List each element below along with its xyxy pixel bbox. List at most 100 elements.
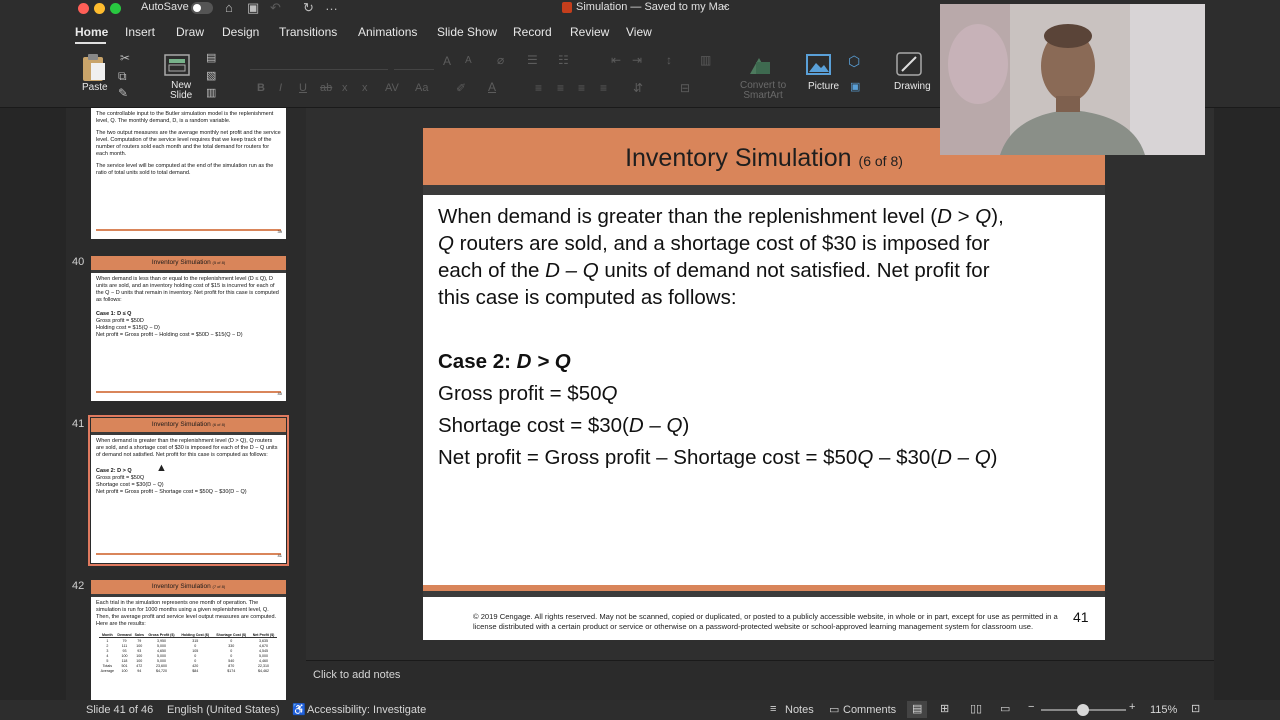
tab-slide-show[interactable]: Slide Show xyxy=(437,25,497,39)
font-name-dropdown[interactable] xyxy=(250,55,388,70)
reading-view-icon[interactable]: ▯▯ xyxy=(970,702,982,715)
font-color-icon[interactable]: A xyxy=(488,80,496,94)
thumb-41-line-3: Net profit = Gross profit − Shortage cos… xyxy=(96,489,247,495)
superscript-icon[interactable]: x xyxy=(342,82,348,94)
align-left-icon[interactable]: ≡ xyxy=(535,81,542,95)
reset-icon[interactable]: ▧ xyxy=(206,69,216,82)
format-painter-icon[interactable]: ✎ xyxy=(118,86,128,100)
slide-thumbnail-40[interactable]: Inventory Simulation (5 of 8) When deman… xyxy=(91,256,286,401)
align-text-icon[interactable]: ⊟ xyxy=(680,81,690,95)
zoom-slider-thumb[interactable] xyxy=(1077,704,1089,716)
drawing-icon[interactable] xyxy=(896,52,924,78)
picture-label[interactable]: Picture xyxy=(808,81,839,92)
zoom-in-icon[interactable]: + xyxy=(1129,701,1135,713)
layout-icon[interactable]: ▤ xyxy=(206,51,216,64)
slide-thumbnail-39[interactable]: The controllable input to the Butler sim… xyxy=(91,108,286,239)
slide-indicator: Slide 41 of 46 xyxy=(86,704,154,716)
normal-view-button[interactable]: ▤ xyxy=(907,701,927,718)
textbox-icon[interactable]: ▣ xyxy=(850,80,860,93)
accessibility-status[interactable]: Accessibility: Investigate xyxy=(307,704,426,716)
convert-to-smartart-label[interactable]: Convert to SmartArt xyxy=(740,81,786,101)
tab-transitions[interactable]: Transitions xyxy=(279,25,337,39)
italic-icon[interactable]: I xyxy=(279,82,282,94)
justify-icon[interactable]: ≡ xyxy=(600,81,607,95)
slideshow-view-icon[interactable]: ▭ xyxy=(1000,702,1010,715)
new-slide-icon[interactable] xyxy=(163,53,193,79)
tab-design[interactable]: Design xyxy=(222,25,259,39)
title-chevron-icon[interactable]: ⌄ xyxy=(721,0,729,11)
picture-icon[interactable] xyxy=(806,54,832,76)
increase-indent-icon[interactable]: ⇥ xyxy=(632,53,642,67)
comments-toggle[interactable]: Comments xyxy=(843,704,896,716)
tab-review[interactable]: Review xyxy=(570,25,609,39)
copy-icon[interactable]: ⧉ xyxy=(118,69,127,84)
redo-icon[interactable]: ↻ xyxy=(303,0,314,16)
zoom-out-icon[interactable]: − xyxy=(1028,701,1034,713)
smartart-icon[interactable] xyxy=(746,54,772,78)
tab-home[interactable]: Home xyxy=(75,25,108,39)
paste-label[interactable]: Paste xyxy=(82,82,108,93)
strikethrough-icon[interactable]: ab xyxy=(320,82,332,94)
fit-slide-icon[interactable]: ⊡ xyxy=(1191,702,1200,715)
tab-animations[interactable]: Animations xyxy=(358,25,417,39)
thumb-42-table-cell: 94 xyxy=(137,668,142,673)
zoom-window-button[interactable] xyxy=(110,3,121,14)
slide-footer-dark-bar xyxy=(423,591,1105,597)
mouse-cursor-icon: ▲ xyxy=(156,462,167,474)
paste-icon[interactable] xyxy=(80,53,108,83)
highlight-icon[interactable]: ✐ xyxy=(456,81,466,95)
slide-thumbnail-panel[interactable]: The controllable input to the Butler sim… xyxy=(66,108,306,700)
tab-record[interactable]: Record xyxy=(513,25,552,39)
home-icon[interactable]: ⌂ xyxy=(225,0,233,15)
text-spacing-icon[interactable]: AV xyxy=(385,82,399,94)
zoom-level[interactable]: 115% xyxy=(1150,704,1177,716)
language-indicator[interactable]: English (United States) xyxy=(167,704,280,716)
comments-icon[interactable]: ▭ xyxy=(829,703,839,716)
increase-font-icon[interactable]: A xyxy=(443,54,451,68)
slide-number-41: 41 xyxy=(72,418,85,430)
align-right-icon[interactable]: ≡ xyxy=(578,81,585,95)
document-title[interactable]: Simulation — Saved to my Mac xyxy=(576,1,729,13)
change-case-icon[interactable]: Aa xyxy=(415,82,428,94)
section-icon[interactable]: ▥ xyxy=(206,86,216,99)
text-direction-icon[interactable]: ⇵ xyxy=(633,81,643,95)
minimize-window-button[interactable] xyxy=(94,3,105,14)
bullets-icon[interactable]: ☰ xyxy=(527,53,538,67)
tab-view[interactable]: View xyxy=(626,25,652,39)
close-window-button[interactable] xyxy=(78,3,89,14)
more-icon[interactable]: … xyxy=(325,0,338,13)
case-heading: Case 2: D > Q xyxy=(438,350,571,373)
webcam-video-overlay xyxy=(940,4,1205,155)
drawing-label[interactable]: Drawing xyxy=(894,81,931,92)
tab-draw[interactable]: Draw xyxy=(176,25,204,39)
notes-icon[interactable]: ≡ xyxy=(770,703,776,715)
decrease-font-icon[interactable]: A xyxy=(465,55,472,66)
autosave-toggle[interactable] xyxy=(191,2,213,14)
main-slide[interactable]: Inventory Simulation (6 of 8) When deman… xyxy=(423,128,1105,640)
new-slide-label[interactable]: New Slide xyxy=(170,81,192,101)
slide-body-textbox[interactable]: When demand is greater than the replenis… xyxy=(438,203,1088,471)
thumb-42-title: Inventory Simulation xyxy=(151,583,211,590)
cut-icon[interactable]: ✂ xyxy=(120,51,130,65)
save-icon[interactable]: ▣ xyxy=(247,0,259,16)
underline-icon[interactable]: U xyxy=(299,82,307,94)
align-center-icon[interactable]: ≡ xyxy=(557,81,564,95)
notes-placeholder[interactable]: Click to add notes xyxy=(313,669,400,681)
notes-pane[interactable]: Click to add notes xyxy=(306,660,1214,700)
shapes-icon[interactable]: ⬡ xyxy=(848,53,860,70)
undo-icon[interactable]: ↶ xyxy=(270,0,281,16)
bold-icon[interactable]: B xyxy=(257,82,265,94)
clear-format-icon[interactable]: ⌀ xyxy=(497,53,504,67)
slide-sorter-icon[interactable]: ⊞ xyxy=(940,702,949,715)
slide-thumbnail-42[interactable]: Inventory Simulation (7 of 8) Each trial… xyxy=(91,580,286,700)
notes-toggle[interactable]: Notes xyxy=(785,704,814,716)
subscript-icon[interactable]: x xyxy=(362,82,368,94)
line-spacing-icon[interactable]: ↕ xyxy=(666,53,672,67)
numbering-icon[interactable]: ☷ xyxy=(558,53,569,67)
accessibility-icon[interactable]: ♿ xyxy=(292,703,306,716)
font-size-dropdown[interactable] xyxy=(394,55,434,70)
tab-insert[interactable]: Insert xyxy=(125,25,155,39)
slide-thumbnail-41-selected[interactable]: Inventory Simulation (6 of 8) When deman… xyxy=(88,415,289,566)
decrease-indent-icon[interactable]: ⇤ xyxy=(611,53,621,67)
columns-icon[interactable]: ▥ xyxy=(700,53,711,67)
